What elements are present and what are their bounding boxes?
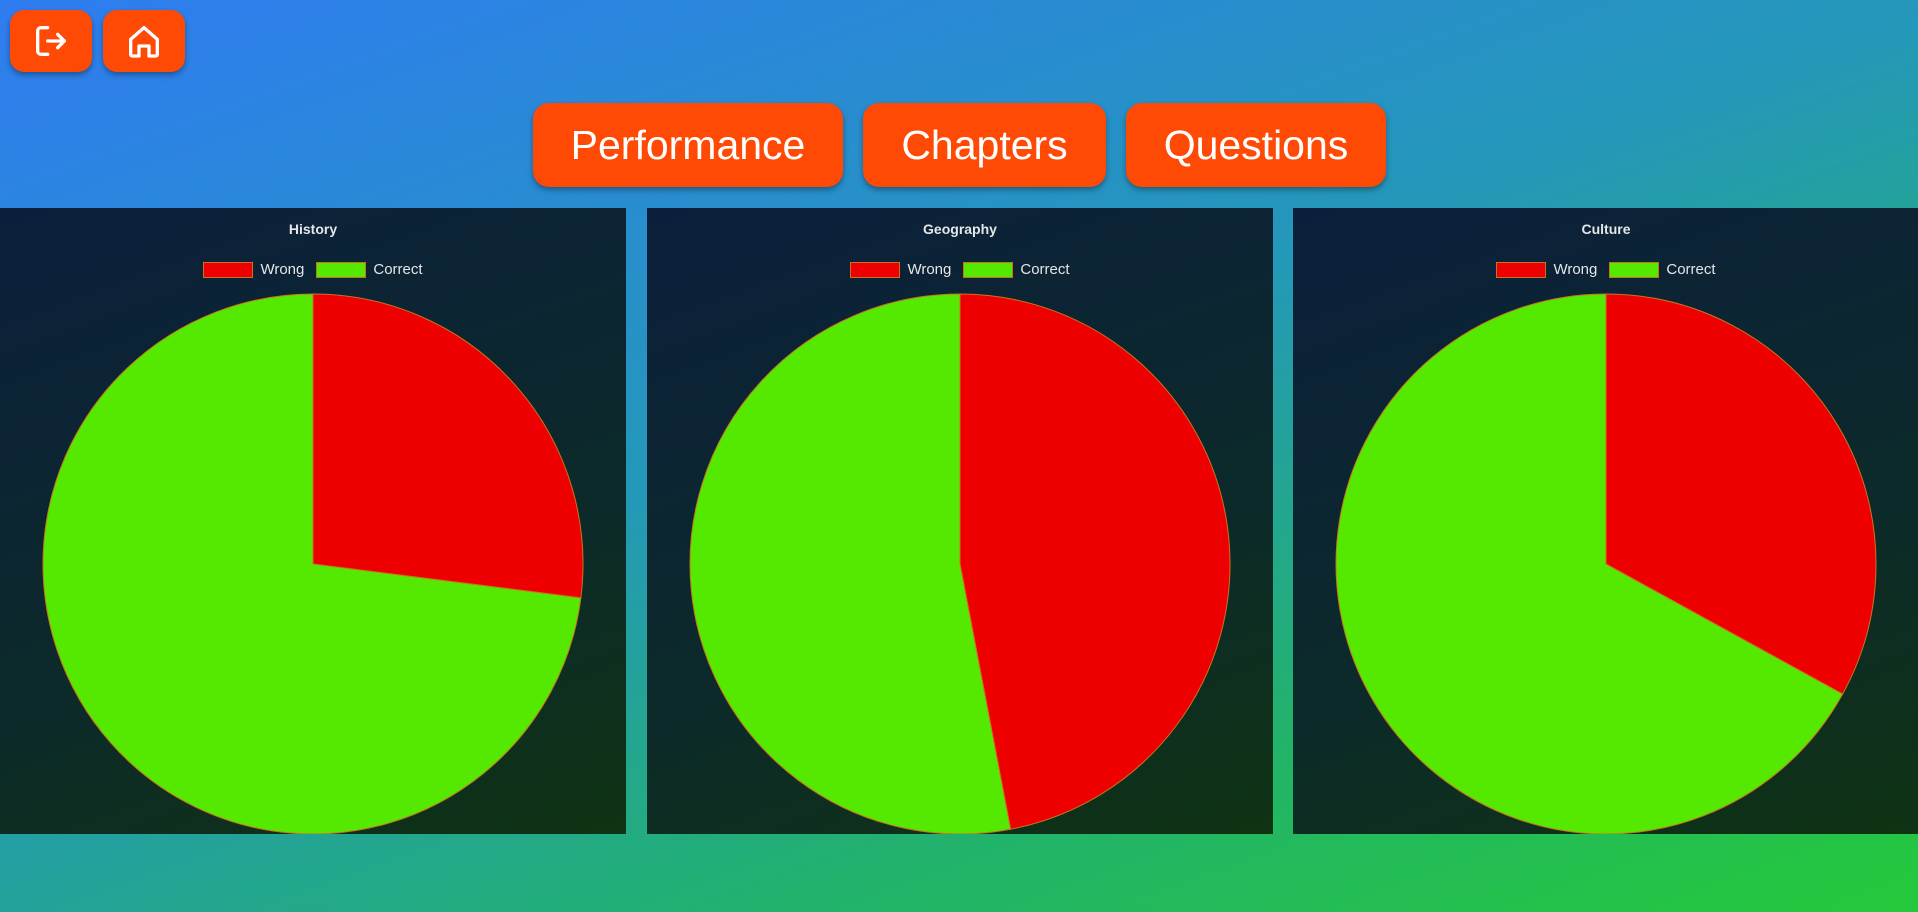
pie-chart [689, 293, 1231, 834]
pie-slice-wrong[interactable] [959, 293, 1231, 830]
logout-icon [36, 26, 67, 56]
pie-chart [1335, 293, 1877, 834]
chart-panel-history: History Wrong Correct [0, 208, 626, 834]
home-button[interactable] [103, 10, 185, 72]
performance-tab-button[interactable]: Performance [533, 103, 843, 187]
chapters-tab-button[interactable]: Chapters [863, 103, 1106, 187]
home-icon [129, 26, 159, 58]
pie-chart [42, 293, 584, 834]
questions-tab-button[interactable]: Questions [1126, 103, 1386, 187]
logout-button[interactable] [10, 10, 92, 72]
chart-panel-culture: Culture Wrong Correct [1293, 208, 1918, 834]
pie-slice-wrong[interactable] [312, 293, 584, 599]
chart-panel-geography: Geography Wrong Correct [647, 208, 1273, 834]
